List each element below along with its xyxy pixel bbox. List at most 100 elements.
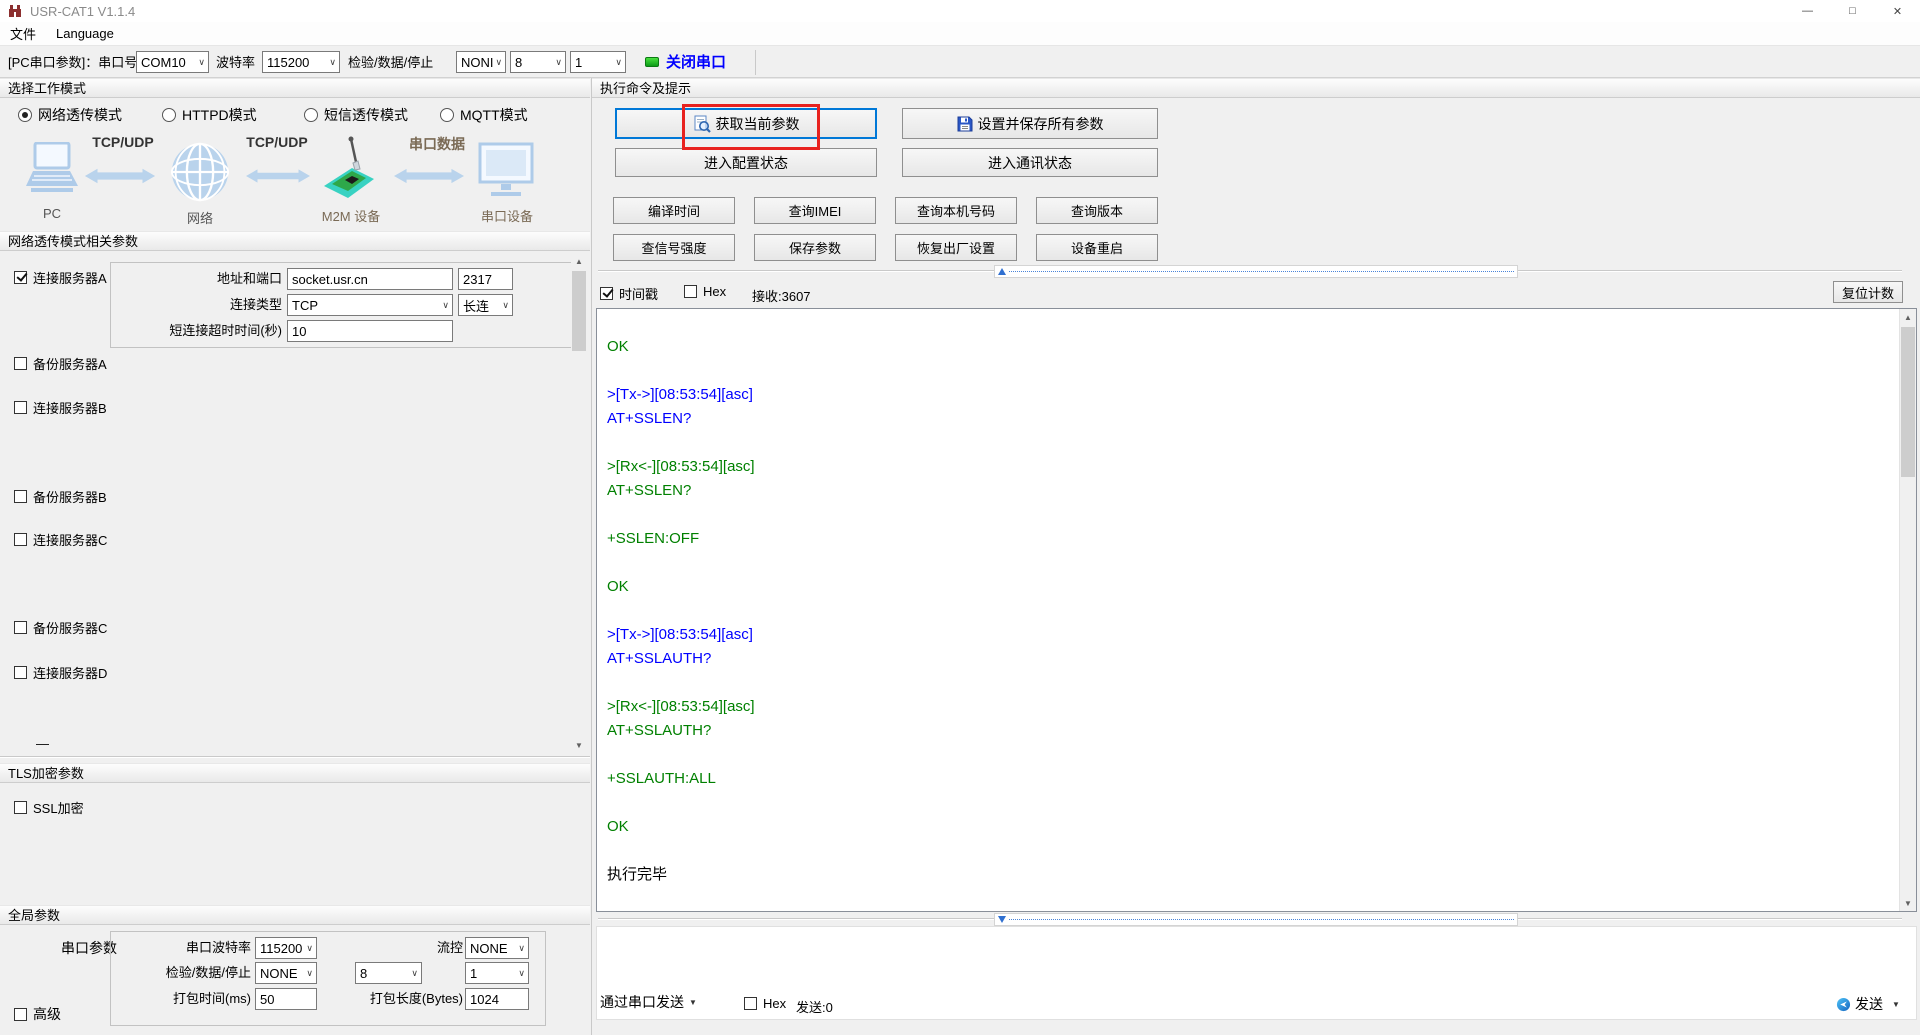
button-query-signal[interactable]: 查信号强度: [613, 234, 735, 261]
stopbits-select[interactable]: 1: [570, 51, 626, 73]
top-slider[interactable]: [994, 265, 1518, 278]
net-params-header: 网络透传模式相关参数: [0, 231, 590, 251]
button-save-params[interactable]: 保存参数: [754, 234, 876, 261]
radio-httpd-mode[interactable]: HTTPD模式: [162, 105, 257, 125]
conn-type-value: TCP: [292, 297, 318, 313]
scrollbar-thumb[interactable]: [1901, 327, 1915, 477]
parity-select[interactable]: NONI: [456, 51, 506, 73]
scroll-down-icon[interactable]: ▼: [1900, 895, 1916, 911]
serial-parity-select[interactable]: NONE: [255, 962, 317, 984]
server-a-port-input[interactable]: 2317: [458, 268, 513, 290]
left-panel-scrollbar[interactable]: ▲ ▼: [571, 253, 587, 753]
checkbox-label: 备份服务器C: [33, 621, 108, 636]
conn-mode-select[interactable]: 长连: [458, 294, 513, 316]
serial-parity-label: 检验/数据/停止: [165, 965, 251, 980]
pack-len-input[interactable]: 1024: [465, 988, 529, 1010]
tls-header: TLS加密参数: [0, 763, 590, 783]
send-input-area[interactable]: [596, 926, 1917, 1020]
scrollbar-thumb[interactable]: [572, 271, 586, 351]
maximize-icon[interactable]: □: [1830, 0, 1875, 22]
checkbox-backup-server-b[interactable]: 备份服务器B: [14, 487, 107, 506]
button-query-version[interactable]: 查询版本: [1036, 197, 1158, 224]
checkbox-connect-server-c[interactable]: 连接服务器C: [14, 530, 107, 549]
checkbox-backup-server-a[interactable]: 备份服务器A: [14, 354, 107, 373]
checkbox-label: 连接服务器C: [33, 533, 108, 548]
radio-net-transparent-mode[interactable]: 网络透传模式: [18, 105, 122, 125]
minimize-icon[interactable]: —: [1785, 0, 1830, 22]
app-icon: [9, 5, 21, 17]
serial-parity-value: NONE: [260, 965, 298, 981]
network-globe-icon: [170, 142, 230, 202]
checkbox-label: Hex: [703, 284, 727, 299]
checkbox-timestamp[interactable]: 时间戳: [600, 284, 658, 303]
radio-icon: [18, 108, 32, 122]
send-via-serial-dropdown[interactable]: 通过串口发送: [600, 992, 697, 1012]
bottom-slider[interactable]: [994, 913, 1518, 926]
scroll-down-icon[interactable]: ▼: [571, 737, 587, 753]
checkbox-label: 连接服务器D: [33, 666, 108, 681]
serial-databits-select[interactable]: 8: [355, 962, 422, 984]
button-compile-time[interactable]: 编译时间: [613, 197, 735, 224]
enter-comm-state-button[interactable]: 进入通讯状态: [902, 148, 1158, 177]
menu-language[interactable]: Language: [46, 26, 124, 41]
baud-select[interactable]: 115200: [262, 51, 340, 73]
exec-header: 执行命令及提示: [592, 78, 1920, 98]
button-query-imei[interactable]: 查询IMEI: [754, 197, 876, 224]
dropdown-arrow-icon: [411, 968, 418, 979]
set-save-all-params-button[interactable]: 设置并保存所有参数: [902, 108, 1158, 139]
button-query-local-number[interactable]: 查询本机号码: [895, 197, 1017, 224]
baud-value: 115200: [267, 54, 310, 70]
checkbox-backup-server-c[interactable]: 备份服务器C: [14, 618, 107, 637]
radio-sms-mode[interactable]: 短信透传模式: [304, 105, 408, 125]
button-label: 进入配置状态: [704, 154, 788, 171]
terminal-scrollbar[interactable]: ▲ ▼: [1899, 309, 1916, 911]
send-button[interactable]: 发送: [1836, 994, 1900, 1014]
checkbox-connect-server-b[interactable]: 连接服务器B: [14, 398, 107, 417]
link2-label: TCP/UDP: [246, 134, 308, 150]
short-timeout-input[interactable]: 10: [287, 320, 453, 342]
checkbox-advanced[interactable]: 高级: [14, 1004, 61, 1024]
databits-value: 8: [515, 54, 523, 70]
serial-baud-select[interactable]: 115200: [255, 937, 317, 959]
terminal-area[interactable]: OK >[Tx->][08:53:54][asc] AT+SSLEN? >[Rx<…: [596, 308, 1917, 912]
button-factory-reset[interactable]: 恢复出厂设置: [895, 234, 1017, 261]
server-a-address-input[interactable]: socket.usr.cn: [287, 268, 453, 290]
pack-time-value: 50: [260, 991, 275, 1007]
serial-stopbits-select[interactable]: 1: [465, 962, 529, 984]
checkbox-recv-hex[interactable]: Hex: [684, 284, 726, 299]
flow-select[interactable]: NONE: [465, 937, 529, 959]
menu-file[interactable]: 文件: [0, 24, 46, 43]
checkbox-label: 时间戳: [619, 287, 659, 302]
checkbox-icon: [14, 271, 27, 284]
conn-type-select[interactable]: TCP: [287, 294, 453, 316]
checkbox-ssl-encrypt[interactable]: SSL加密: [14, 798, 84, 817]
com-port-select[interactable]: COM10: [136, 51, 209, 73]
radio-mqtt-mode[interactable]: MQTT模式: [440, 105, 528, 125]
scroll-up-icon[interactable]: ▲: [1900, 309, 1916, 325]
enter-config-state-button[interactable]: 进入配置状态: [615, 148, 877, 177]
close-port-button[interactable]: 关闭串口: [666, 46, 726, 79]
pack-time-input[interactable]: 50: [255, 988, 317, 1010]
checkbox-connect-server-a[interactable]: 连接服务器A: [14, 268, 107, 287]
terminal-line: +SSLAUTH:ALL: [607, 770, 716, 787]
button-device-restart[interactable]: 设备重启: [1036, 234, 1158, 261]
pack-len-label: 打包长度(Bytes): [369, 991, 463, 1006]
truncated-dash: —: [36, 736, 49, 751]
databits-select[interactable]: 8: [510, 51, 566, 73]
checkbox-label: Hex: [763, 996, 787, 1011]
reset-count-button[interactable]: 复位计数: [1833, 281, 1903, 303]
checkbox-connect-server-d[interactable]: 连接服务器D: [14, 663, 107, 682]
serial-params-group-label: 串口参数: [61, 940, 117, 956]
slider-thumb-down-icon[interactable]: [998, 916, 1006, 923]
recv-count-label: 接收:3607: [752, 289, 811, 304]
slider-thumb-up-icon[interactable]: [998, 268, 1006, 275]
server-a-port-value: 2317: [463, 271, 492, 287]
scroll-up-icon[interactable]: ▲: [571, 253, 587, 269]
button-label: 发送: [1855, 996, 1883, 1012]
button-label: 保存参数: [788, 241, 841, 256]
checkbox-label: 连接服务器B: [33, 401, 107, 416]
dropdown-arrow-icon: [496, 57, 503, 68]
checkbox-send-hex[interactable]: Hex: [744, 996, 786, 1011]
close-icon[interactable]: ✕: [1875, 0, 1920, 22]
